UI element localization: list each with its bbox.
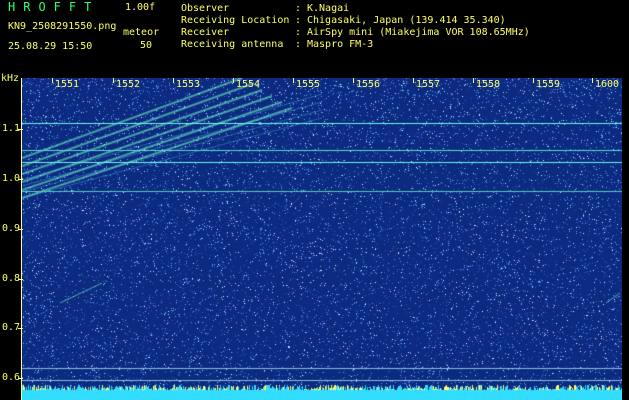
x-tick bbox=[173, 78, 174, 83]
file-name: KN9_2508291550.png bbox=[8, 21, 117, 32]
location-sep: : bbox=[295, 15, 302, 26]
observer-sep: : bbox=[295, 3, 302, 14]
x-tick bbox=[413, 78, 414, 83]
antenna-label: Receiving antenna bbox=[181, 39, 284, 50]
observer-label: Observer bbox=[181, 3, 230, 14]
y-tick bbox=[18, 378, 23, 379]
spectrogram-plot bbox=[22, 78, 622, 400]
receiver-label: Receiver bbox=[181, 27, 230, 38]
x-tick-label: 1558 bbox=[476, 79, 501, 90]
x-tick-label: 1551 bbox=[55, 79, 80, 90]
x-tick-label: 1556 bbox=[356, 79, 381, 90]
app-version: 1.00f bbox=[125, 2, 156, 13]
timestamp: 25.08.29 15:50 bbox=[8, 41, 93, 52]
antenna-value: Maspro FM-3 bbox=[307, 39, 374, 50]
spectrogram-canvas bbox=[22, 78, 622, 400]
app-title: HROFFT bbox=[8, 0, 100, 14]
x-tick bbox=[592, 78, 593, 83]
x-tick bbox=[233, 78, 234, 83]
x-tick-label: 1554 bbox=[236, 79, 261, 90]
y-tick bbox=[18, 229, 23, 230]
x-tick-label: 1600 bbox=[595, 79, 620, 90]
x-tick-label: 1559 bbox=[536, 79, 561, 90]
x-tick bbox=[52, 78, 53, 83]
x-tick bbox=[473, 78, 474, 83]
y-tick bbox=[18, 279, 23, 280]
x-tick bbox=[293, 78, 294, 83]
x-tick-label: 1557 bbox=[416, 79, 441, 90]
frequency-unit-label: kHz bbox=[1, 73, 20, 84]
receiver-sep: : bbox=[295, 27, 302, 38]
x-tick-label: 1552 bbox=[116, 79, 141, 90]
antenna-sep: : bbox=[295, 39, 302, 50]
x-tick bbox=[533, 78, 534, 83]
meteor-label: meteor bbox=[123, 27, 160, 38]
x-tick bbox=[353, 78, 354, 83]
x-tick-label: 1553 bbox=[176, 79, 201, 90]
meteor-count: 50 bbox=[140, 40, 153, 51]
location-label: Receiving Location bbox=[181, 15, 290, 26]
info-header: HROFFT 1.00f KN9_2508291550.png meteor 5… bbox=[0, 0, 629, 75]
y-tick bbox=[18, 328, 23, 329]
receiver-value: AirSpy mini (Miakejima VOR 108.65MHz) bbox=[307, 27, 530, 38]
x-tick-label: 1555 bbox=[296, 79, 321, 90]
y-tick bbox=[18, 179, 23, 180]
y-tick bbox=[18, 129, 23, 130]
observer-value: K.Nagai bbox=[307, 3, 350, 14]
location-value: Chigasaki, Japan (139.414 35.340) bbox=[307, 15, 506, 26]
frequency-axis-line bbox=[21, 78, 22, 400]
x-tick bbox=[113, 78, 114, 83]
